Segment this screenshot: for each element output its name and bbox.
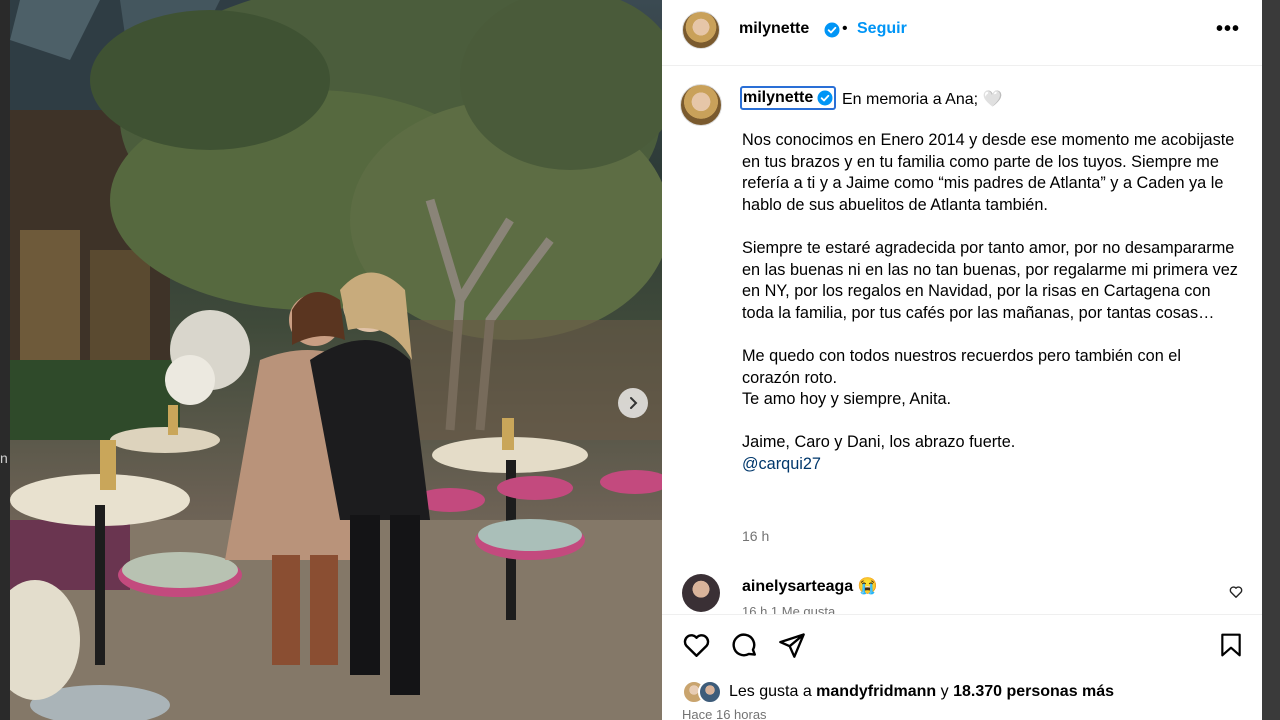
caption-first-line: En memoria a Ana; 🤍 [842, 91, 1003, 108]
right-background-strip [1262, 0, 1280, 720]
caption-body: Nos conocimos en Enero 2014 y desde ese … [742, 130, 1242, 476]
likes-count[interactable]: 18.370 personas más [953, 683, 1114, 700]
caption-paragraph: Siempre te estaré agradecida por tanto a… [742, 238, 1238, 322]
share-icon[interactable] [778, 631, 806, 659]
more-options-button[interactable]: ••• [1216, 18, 1240, 41]
photo-illustration [10, 0, 662, 720]
likes-prefix: Les gusta a [729, 683, 817, 700]
liker-avatar [698, 680, 722, 704]
likes-summary[interactable]: Les gusta a mandyfridmann y 18.370 perso… [682, 679, 1114, 705]
caption-username[interactable]: milynette [742, 89, 813, 107]
comment-text: 😭 [857, 578, 878, 595]
commenter-username[interactable]: ainelysarteaga [742, 578, 853, 595]
post-actions-bar: Les gusta a mandyfridmann y 18.370 perso… [662, 614, 1262, 720]
next-photo-button[interactable] [618, 388, 648, 418]
heart-icon[interactable] [682, 631, 711, 660]
commenter-avatar[interactable] [682, 574, 720, 612]
liker-username[interactable]: mandyfridmann [816, 683, 936, 700]
post-header: milynette • Seguir ••• [662, 0, 1262, 66]
likes-middle: y [936, 683, 954, 700]
header-separator: • [842, 20, 848, 37]
post-photo[interactable] [10, 0, 662, 720]
verified-icon [817, 90, 833, 106]
likes-text: Les gusta a mandyfridmann y 18.370 perso… [729, 683, 1114, 701]
caption-author-avatar[interactable] [680, 84, 722, 126]
post-details-panel: milynette • Seguir ••• milynette En memo… [662, 0, 1262, 720]
caption-paragraph: Te amo hoy y siempre, Anita. [742, 390, 952, 409]
more-icon: ••• [1216, 18, 1241, 40]
chevron-right-icon [630, 397, 638, 409]
caption-timestamp[interactable]: 16 h [742, 528, 769, 544]
liker-avatars [682, 680, 726, 704]
post-timestamp: Hace 16 horas [682, 707, 767, 720]
follow-button[interactable]: Seguir [857, 20, 907, 38]
author-avatar[interactable] [682, 11, 720, 49]
comment: ainelysarteaga 😭 [742, 576, 878, 596]
comment-like-heart-icon[interactable] [1229, 585, 1243, 599]
caption-paragraph: Jaime, Caro y Dani, los abrazo fuerte. [742, 433, 1016, 452]
caption-paragraph: Me quedo con todos nuestros recuerdos pe… [742, 346, 1181, 387]
caption-paragraph: Nos conocimos en Enero 2014 y desde ese … [742, 131, 1235, 214]
instagram-post-viewer: n milynette • Seguir ••• milynette En me… [0, 0, 1280, 720]
mention-link[interactable]: @carqui27 [742, 454, 1242, 476]
verified-icon [824, 22, 840, 38]
bookmark-icon[interactable] [1218, 631, 1244, 659]
left-background-strip: n [0, 0, 10, 720]
author-username[interactable]: milynette [739, 20, 809, 38]
left-edge-text: n [0, 450, 8, 466]
caption-username-link[interactable]: milynette [740, 86, 837, 110]
comment-icon[interactable] [730, 631, 759, 660]
